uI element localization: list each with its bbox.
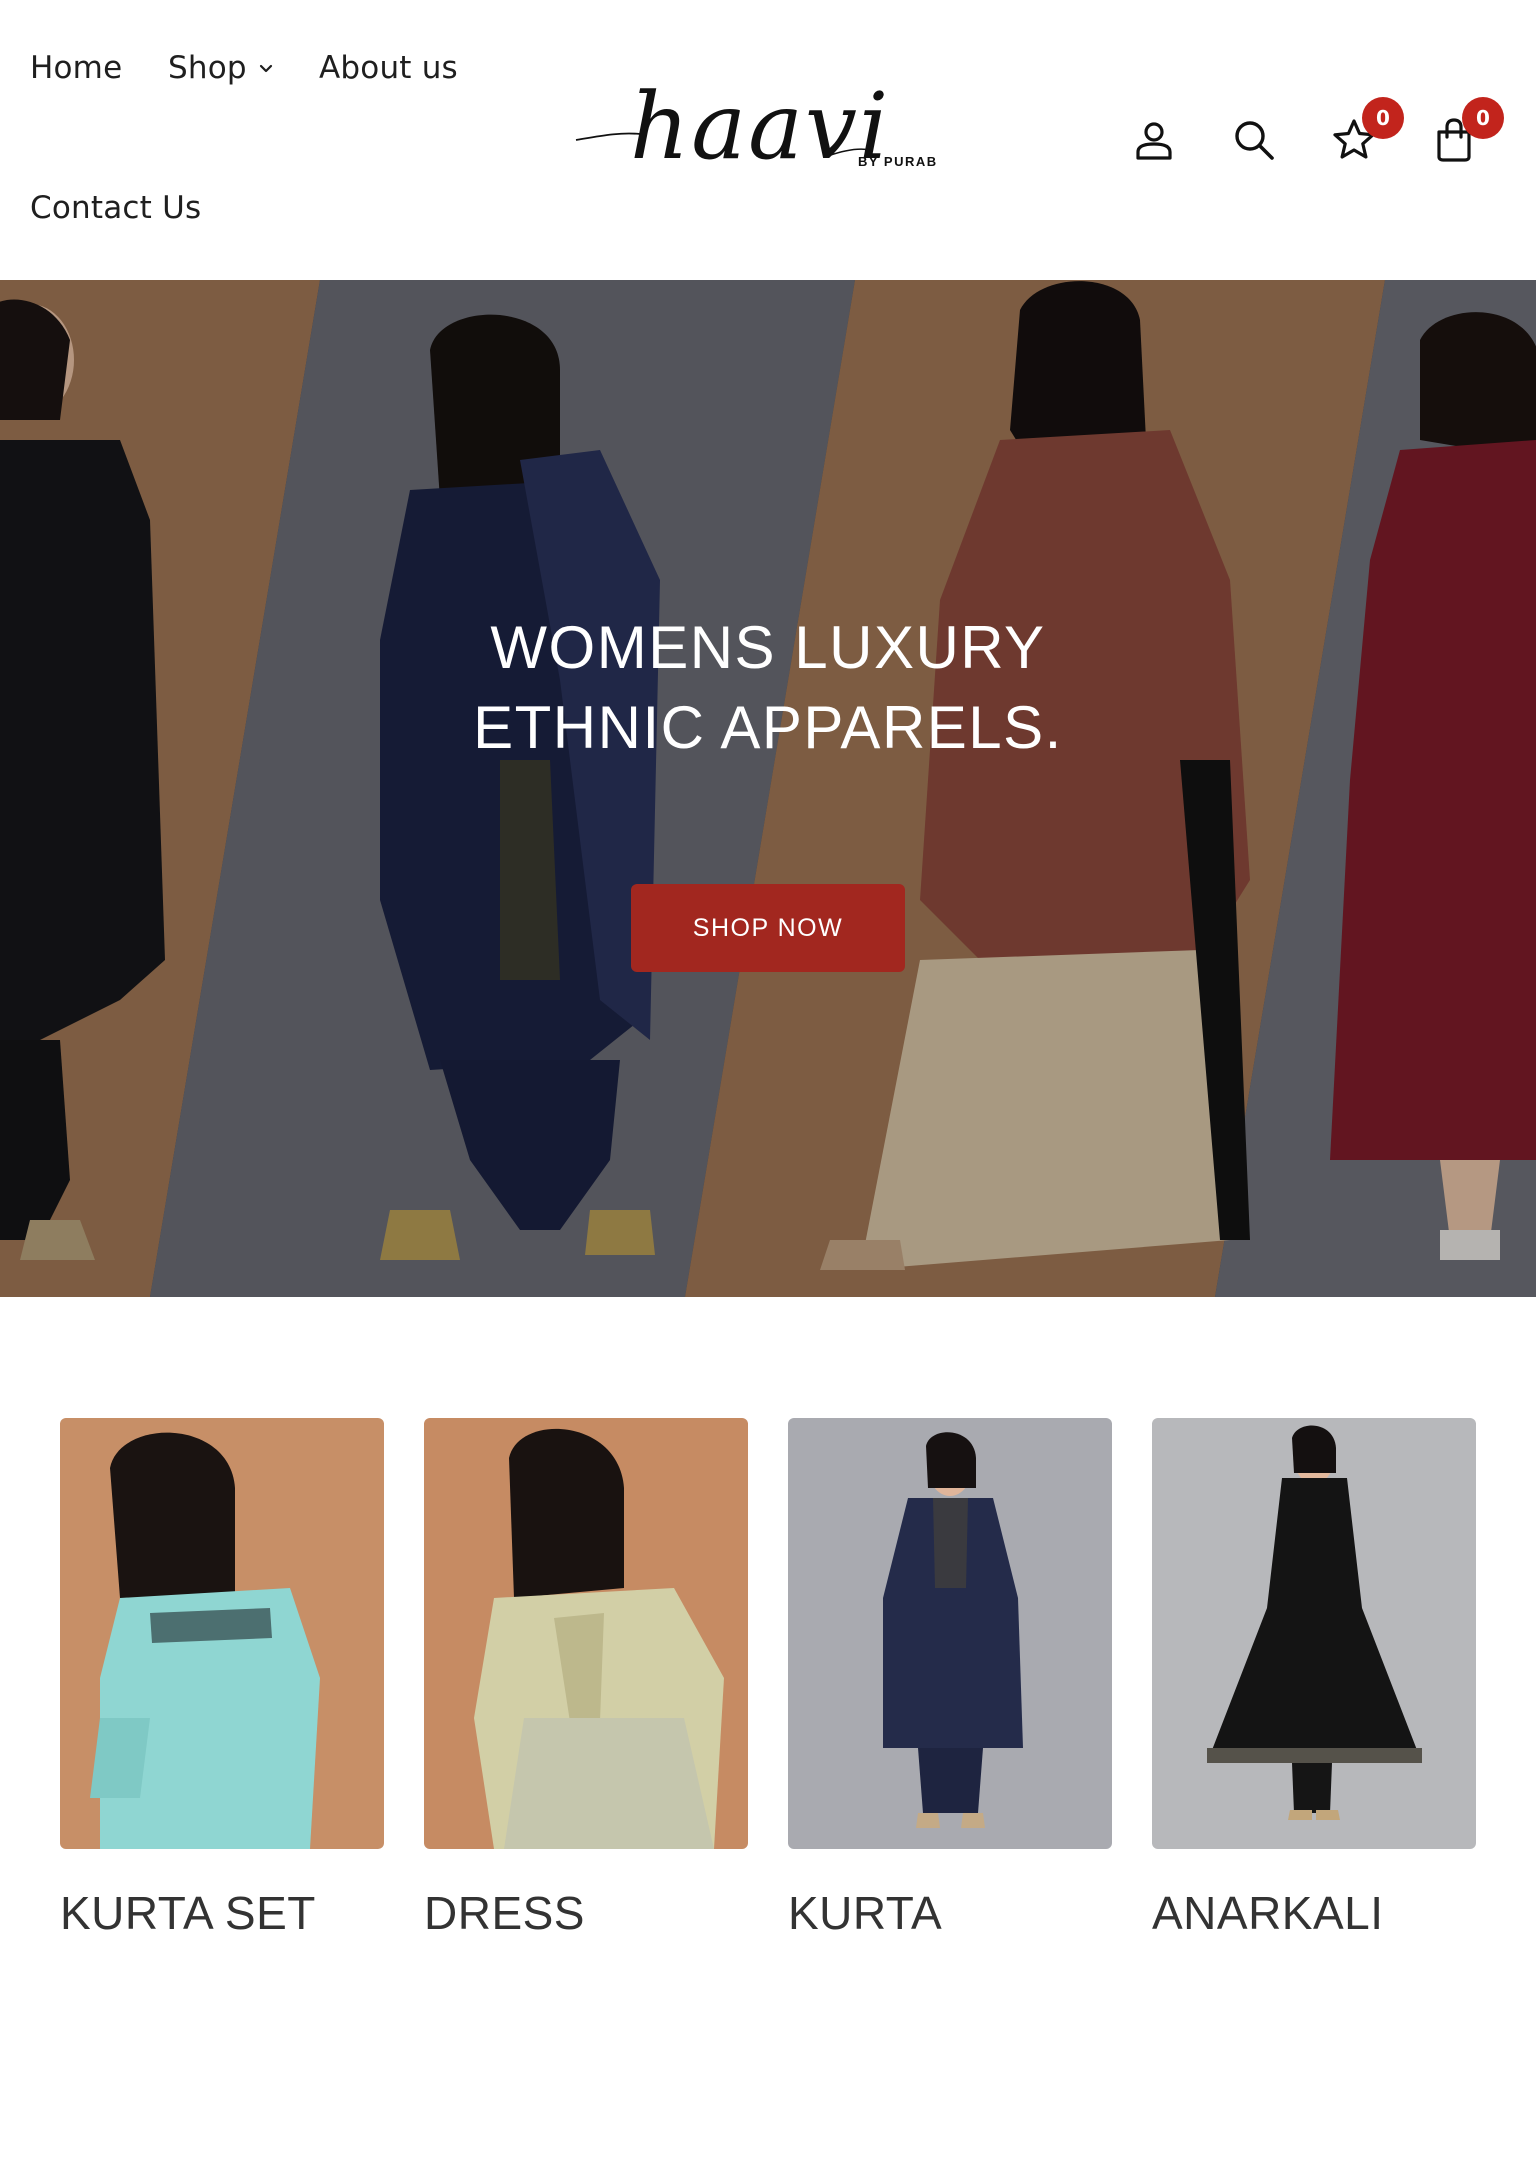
nav-about-link[interactable]: About us (319, 50, 458, 86)
hero-banner: WOMENS LUXURY ETHNIC APPARELS. SHOP NOW (0, 280, 1536, 1297)
category-label-dress[interactable]: DRESS (424, 1886, 585, 1940)
search-button[interactable] (1226, 112, 1282, 168)
category-label-kurta[interactable]: KURTA (788, 1886, 942, 1940)
account-button[interactable] (1126, 112, 1182, 168)
site-header: Home Shop About us Contact Us haavi BY P… (0, 0, 1536, 280)
cart-count-badge: 0 (1462, 97, 1504, 139)
category-card-dress[interactable]: DRESS (424, 1418, 748, 1939)
logo-tagline: BY PURAB (858, 154, 938, 169)
category-card-anarkali[interactable]: ANARKALI (1152, 1418, 1476, 1939)
category-card-kurta[interactable]: KURTA (788, 1418, 1112, 1939)
category-label-anarkali[interactable]: ANARKALI (1152, 1886, 1384, 1940)
nav-home-link[interactable]: Home (30, 50, 122, 86)
category-image-dress[interactable] (424, 1418, 748, 1849)
hero-overlay (0, 280, 1536, 1297)
hero-title-line-2: ETHNIC APPARELS. (473, 694, 1063, 761)
user-icon (1136, 122, 1172, 160)
haavi-logo[interactable]: haavi BY PURAB (570, 70, 950, 180)
category-card-kurta-set[interactable]: KURTA SET (60, 1418, 384, 1939)
shop-now-button[interactable]: SHOP NOW (631, 884, 905, 972)
hero-title: WOMENS LUXURY ETHNIC APPARELS. (368, 608, 1168, 768)
search-icon (1235, 121, 1274, 160)
category-image-kurta-set[interactable] (60, 1418, 384, 1849)
nav-shop-link[interactable]: Shop (168, 50, 275, 86)
hero-title-line-1: WOMENS LUXURY (490, 614, 1046, 681)
wishlist-count-badge: 0 (1362, 97, 1404, 139)
chevron-down-icon (259, 64, 272, 73)
category-label-kurta-set[interactable]: KURTA SET (60, 1886, 316, 1940)
nav-contact-link[interactable]: Contact Us (30, 190, 201, 226)
category-image-anarkali[interactable] (1152, 1418, 1476, 1849)
logo-script: haavi (630, 73, 890, 180)
category-image-kurta[interactable] (788, 1418, 1112, 1849)
nav-shop-label: Shop (168, 50, 247, 86)
